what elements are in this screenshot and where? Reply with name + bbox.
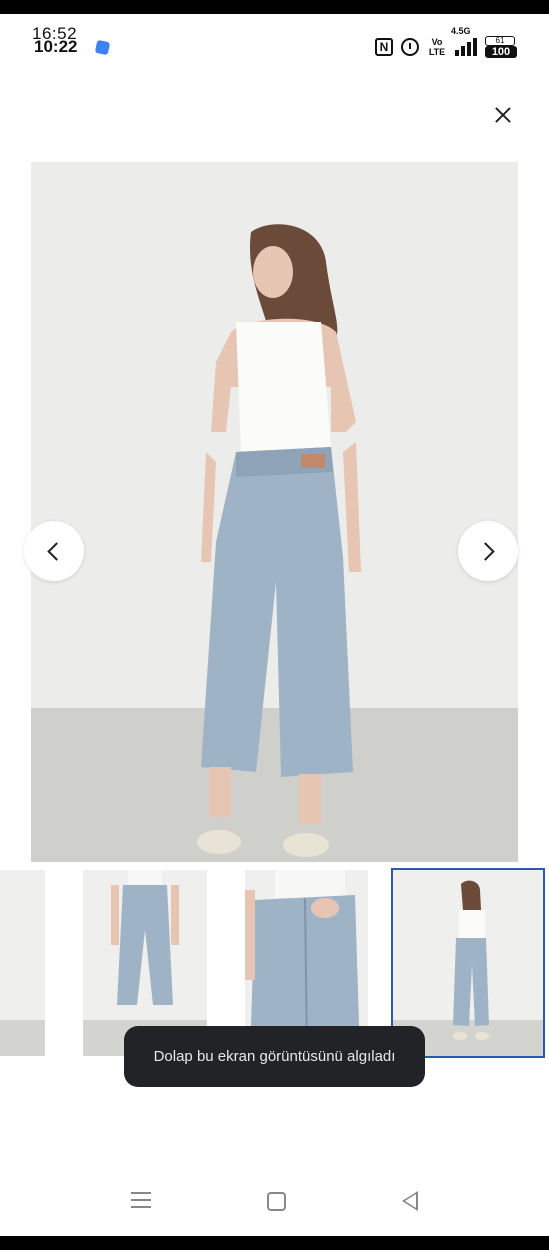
volte-icon: Vo LTE: [428, 37, 446, 57]
thumbnail-photo: [0, 870, 45, 1056]
bottom-black-bar: [0, 1236, 549, 1250]
model-back-view-photo: [197, 224, 361, 857]
home-icon[interactable]: [267, 1192, 286, 1211]
screenshot-toast: Dolap bu ekran görüntüsünü algıladı: [124, 1026, 425, 1087]
status-icons: N Vo LTE 4.5G 61 100: [375, 26, 519, 60]
nfc-icon: N: [375, 38, 393, 56]
next-image-button[interactable]: [458, 521, 518, 581]
battery-level-label: 100: [485, 46, 517, 58]
system-navigation-bar: [0, 1180, 549, 1224]
chevron-right-icon: [476, 541, 495, 561]
app-notification-icon: [94, 39, 111, 56]
back-icon[interactable]: [402, 1191, 418, 1211]
chevron-left-icon: [47, 541, 66, 561]
battery-secondary-label: 61: [485, 36, 515, 46]
battery-icon: 61 100: [485, 36, 519, 58]
alarm-icon: [401, 38, 419, 56]
top-black-bar: [0, 0, 549, 14]
previous-image-button[interactable]: [24, 521, 84, 581]
status-bar: 16:52 10:22 N Vo LTE 4.5G 61 100: [0, 14, 549, 64]
network-type-label: 4.5G: [451, 26, 471, 36]
menu-icon[interactable]: [131, 1192, 151, 1210]
clock-secondary: 10:22: [34, 37, 78, 56]
close-icon[interactable]: [488, 100, 518, 130]
product-main-image[interactable]: [31, 162, 518, 862]
thumbnail-1[interactable]: [0, 870, 45, 1056]
signal-icon: 4.5G: [451, 26, 477, 56]
